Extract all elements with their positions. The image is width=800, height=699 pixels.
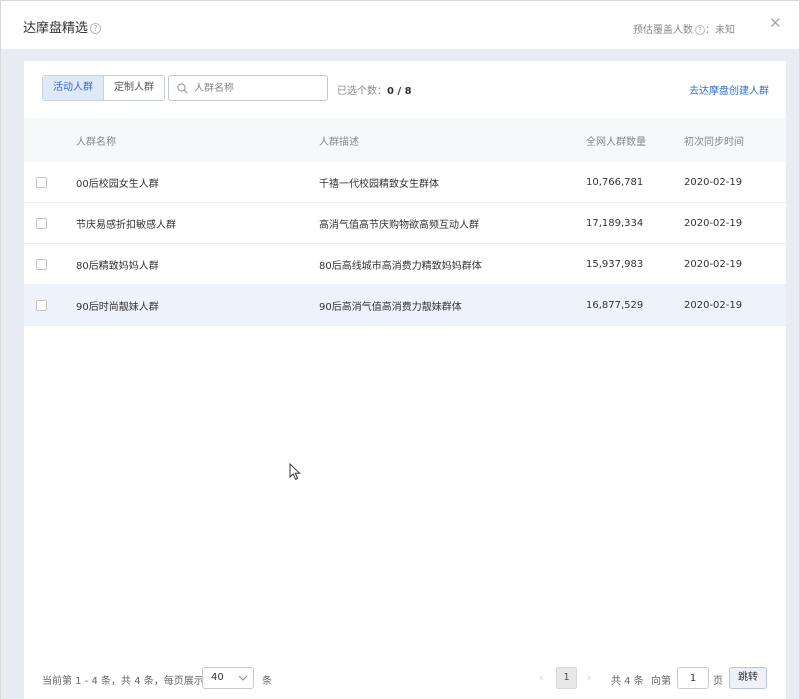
row-description: 80后高线城市高消费力精致妈妈群体 <box>319 260 482 272</box>
tab-active-audience[interactable]: 活动人群 <box>43 76 104 100</box>
tab-custom-audience[interactable]: 定制人群 <box>104 76 164 100</box>
row-name: 节庆易感折扣敏感人群 <box>76 219 176 231</box>
close-icon[interactable]: ✕ <box>769 16 782 31</box>
page-size-select[interactable]: 40 <box>202 667 254 689</box>
row-description: 高消气值高节庆购物欲高频互动人群 <box>319 219 479 231</box>
table-header: 人群名称 人群描述 全网人群数量 初次同步时间 <box>24 118 786 162</box>
selected-count: 已选个数：0 / 8 <box>337 82 412 97</box>
audience-panel: 活动人群 定制人群 已选个数：0 / 8 去达摩盘创建人群 人群名称 人群描述 … <box>24 61 786 699</box>
row-check-cell <box>36 285 47 325</box>
row-sync-date: 2020-02-19 <box>684 258 743 270</box>
row-checkbox[interactable] <box>36 258 47 270</box>
pagination-total: 共 4 条 <box>611 676 644 687</box>
pagination-range: 当前第 1 - 4 条，共 4 条，每页展示 <box>42 676 204 687</box>
row-sync-date: 2020-02-19 <box>684 176 743 188</box>
row-description: 千禧一代校园精致女生群体 <box>319 178 439 190</box>
search-box[interactable] <box>168 75 328 101</box>
row-count: 10,766,781 <box>586 176 644 188</box>
prev-page-icon[interactable]: ‹ <box>539 671 543 684</box>
row-checkbox[interactable] <box>36 299 47 311</box>
chevron-down-icon <box>238 675 248 681</box>
row-checkbox[interactable] <box>36 217 47 229</box>
goto-page-unit: 页 <box>713 676 723 687</box>
dialog: 达摩盘精选? 预估覆盖人数?：未知 ✕ 活动人群 定制人群 已选个数：0 / 8… <box>0 0 800 699</box>
row-check-cell <box>36 162 47 202</box>
pagination: 当前第 1 - 4 条，共 4 条，每页展示 40 条 ‹ 1 › 共 4 条 … <box>24 665 786 693</box>
page-number-button[interactable]: 1 <box>556 667 577 689</box>
selected-count-label: 已选个数： <box>337 86 387 97</box>
row-count: 17,189,334 <box>586 217 644 229</box>
header-sync-date: 初次同步时间 <box>684 136 744 148</box>
header-count: 全网人群数量 <box>586 136 646 148</box>
dialog-header: 达摩盘精选? 预估覆盖人数? ：未知 ✕ <box>1 1 799 49</box>
row-name: 90后时尚靓妹人群 <box>76 301 159 313</box>
coverage-help-icon[interactable]: ? <box>695 25 705 35</box>
create-audience-link[interactable]: 去达摩盘创建人群 <box>689 82 769 97</box>
row-description: 90后高消气值高消费力靓妹群体 <box>319 301 462 313</box>
row-count: 15,937,983 <box>586 258 644 270</box>
jump-button[interactable]: 跳转 <box>729 667 767 689</box>
dialog-title-text: 达摩盘精选 <box>23 21 89 36</box>
coverage-value: ：未知 <box>705 25 735 36</box>
row-sync-date: 2020-02-19 <box>684 217 743 229</box>
table-row[interactable]: 90后时尚靓妹人群 90后高消气值高消费力靓妹群体 16,877,529 202… <box>24 285 786 326</box>
page-size-unit: 条 <box>262 676 272 687</box>
goto-label: 向第 <box>651 676 671 687</box>
header-name: 人群名称 <box>76 136 116 148</box>
coverage-label: 预估覆盖人数 <box>633 25 693 36</box>
row-sync-date: 2020-02-19 <box>684 299 743 311</box>
search-icon <box>177 82 188 94</box>
header-description: 人群描述 <box>319 136 359 148</box>
coverage-info: 预估覆盖人数? ：未知 <box>633 21 735 36</box>
help-icon[interactable]: ? <box>90 23 102 34</box>
row-count: 16,877,529 <box>586 299 644 311</box>
search-input[interactable] <box>194 82 314 94</box>
table-row[interactable]: 节庆易感折扣敏感人群 高消气值高节庆购物欲高频互动人群 17,189,334 2… <box>24 203 786 244</box>
audience-table: 人群名称 人群描述 全网人群数量 初次同步时间 00后校园女生人群 千禧一代校园… <box>24 118 786 326</box>
row-name: 80后精致妈妈人群 <box>76 260 159 272</box>
row-checkbox[interactable] <box>36 176 47 188</box>
page-size-value: 40 <box>211 672 224 683</box>
next-page-icon[interactable]: › <box>587 671 591 684</box>
row-check-cell <box>36 203 47 243</box>
row-check-cell <box>36 244 47 284</box>
selected-count-value: 0 / 8 <box>387 86 412 97</box>
table-row[interactable]: 00后校园女生人群 千禧一代校园精致女生群体 10,766,781 2020-0… <box>24 162 786 203</box>
mouse-cursor-icon <box>289 463 301 481</box>
audience-type-tabs: 活动人群 定制人群 <box>42 75 165 101</box>
table-row[interactable]: 80后精致妈妈人群 80后高线城市高消费力精致妈妈群体 15,937,983 2… <box>24 244 786 285</box>
dialog-title: 达摩盘精选? <box>23 17 102 36</box>
row-name: 00后校园女生人群 <box>76 178 159 190</box>
goto-page-input[interactable] <box>677 667 709 689</box>
